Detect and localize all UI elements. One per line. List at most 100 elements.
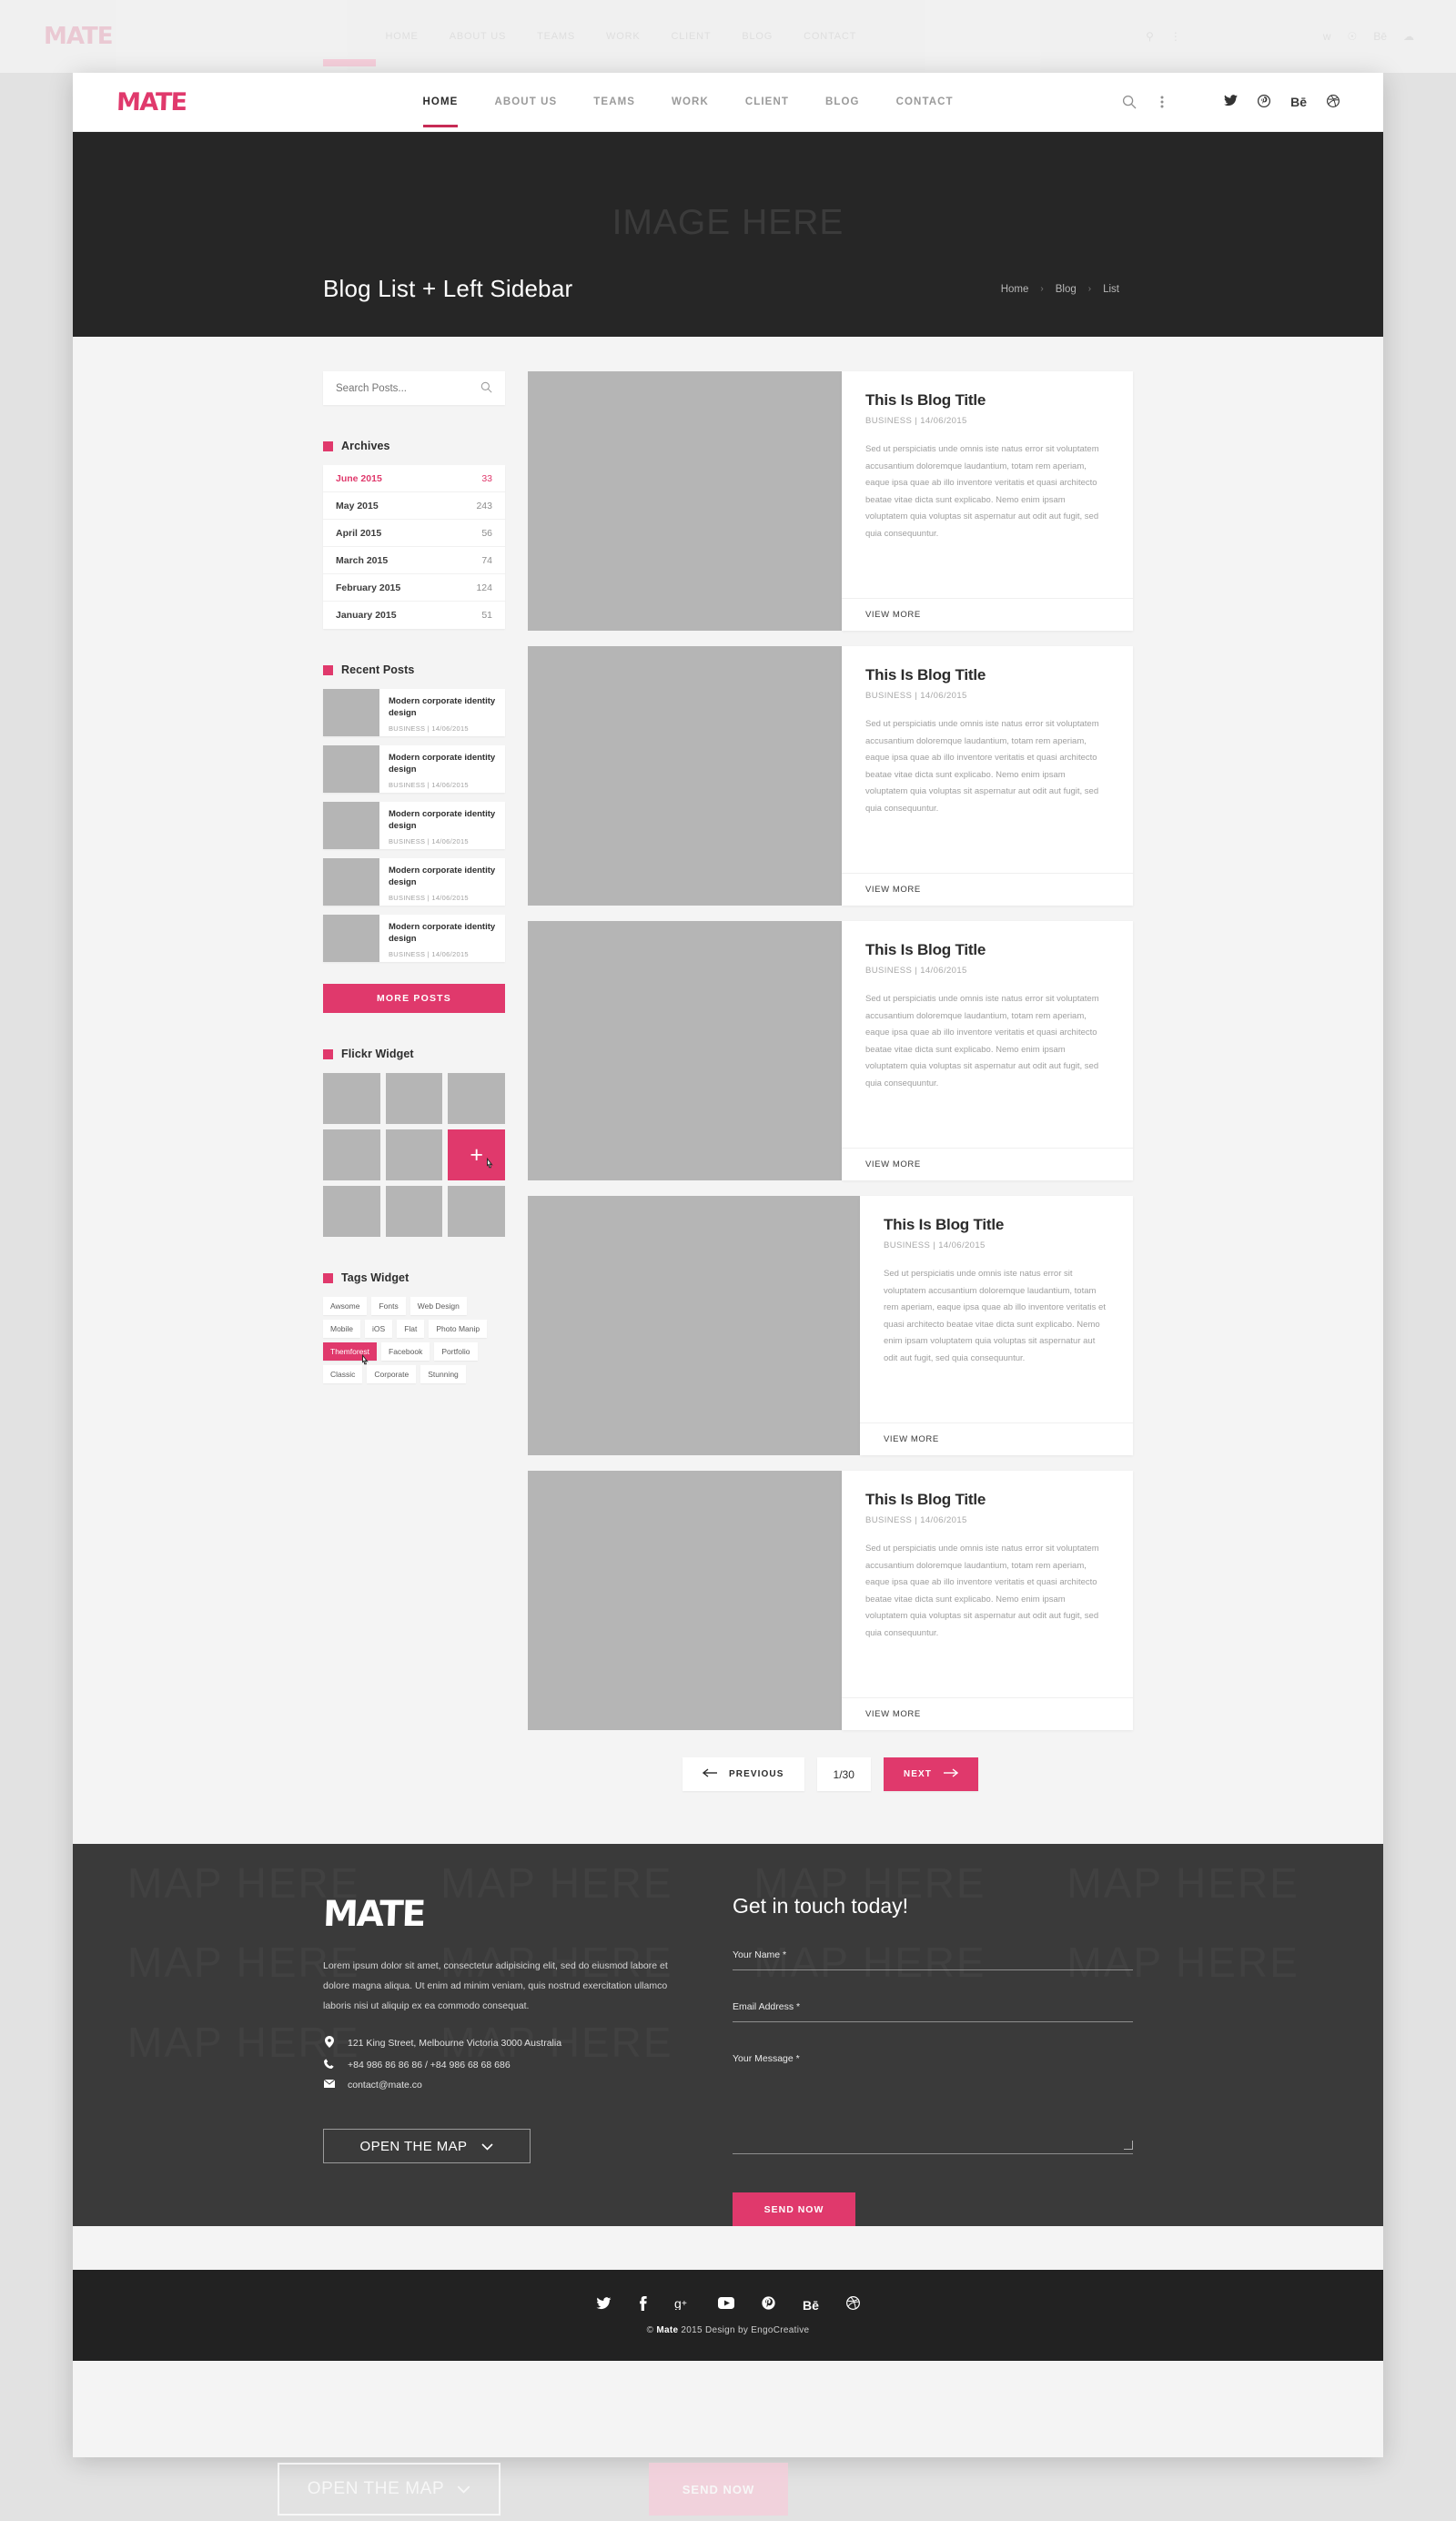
next-page-button[interactable]: NEXT xyxy=(883,1757,978,1791)
twitter-icon[interactable] xyxy=(1224,95,1239,109)
behance-icon: Bē xyxy=(1373,30,1387,43)
flickr-thumb[interactable] xyxy=(323,1186,380,1237)
field-your-message[interactable]: Your Message * xyxy=(733,2053,1133,2154)
site-header: MATE HOME ABOUT US TEAMS WORK CLIENT BLO… xyxy=(73,73,1383,132)
archive-row[interactable]: January 2015 51 xyxy=(323,602,505,629)
content-area: Archives June 2015 33 May 2015 243 April… xyxy=(73,337,1383,1844)
send-now-button[interactable]: SEND NOW xyxy=(733,2192,855,2226)
nav-item-blog[interactable]: BLOG xyxy=(807,96,878,107)
blog-card-meta: BUSINESS | 14/06/2015 xyxy=(865,416,967,426)
tag-item[interactable]: Facebook xyxy=(381,1342,430,1361)
tag-item[interactable]: Photo Manip xyxy=(429,1320,488,1338)
pinterest-icon[interactable] xyxy=(762,2296,775,2313)
view-more-link[interactable]: VIEW MORE xyxy=(842,1697,1133,1730)
nav-item-teams[interactable]: TEAMS xyxy=(575,96,653,107)
more-vertical-icon[interactable] xyxy=(1146,86,1178,118)
facebook-icon[interactable] xyxy=(639,2295,647,2314)
tag-item[interactable]: Mobile xyxy=(323,1320,361,1338)
flickr-thumb[interactable] xyxy=(448,1186,505,1237)
archive-row[interactable]: February 2015 124 xyxy=(323,574,505,602)
view-more-link[interactable]: VIEW MORE xyxy=(860,1422,1133,1455)
post-title: Modern corporate identity design xyxy=(389,753,496,775)
background-header-icons: ⚲ ⋮ w ☉ Bē ☁ xyxy=(1146,30,1414,43)
tag-item[interactable]: Awsome xyxy=(323,1297,368,1315)
blog-card[interactable]: This Is Blog Title BUSINESS | 14/06/2015… xyxy=(528,371,1133,631)
site-logo[interactable]: MATE xyxy=(116,88,187,116)
flickr-thumb[interactable] xyxy=(385,1073,443,1124)
tag-item[interactable]: Fonts xyxy=(371,1297,406,1315)
your-name-input[interactable] xyxy=(733,1969,1133,1970)
flickr-grid: + xyxy=(323,1073,505,1237)
behance-icon[interactable]: Bē xyxy=(803,2298,819,2313)
more-posts-button[interactable]: MORE POSTS xyxy=(323,984,505,1013)
search-icon[interactable] xyxy=(1113,86,1146,118)
nav-item-work[interactable]: WORK xyxy=(653,96,727,107)
blog-card[interactable]: This Is Blog Title BUSINESS | 14/06/2015… xyxy=(528,1471,1133,1730)
nav-item-contact[interactable]: CONTACT xyxy=(878,96,972,107)
nav-item-about-us[interactable]: ABOUT US xyxy=(476,96,575,107)
nav-item-client[interactable]: CLIENT xyxy=(727,96,807,107)
view-more-link[interactable]: VIEW MORE xyxy=(842,598,1133,631)
tag-item[interactable]: Portfolio xyxy=(434,1342,478,1361)
dribbble-icon[interactable] xyxy=(1327,94,1340,110)
list-item[interactable]: Modern corporate identity design BUSINES… xyxy=(323,802,505,849)
view-more-link[interactable]: VIEW MORE xyxy=(842,1148,1133,1180)
youtube-icon[interactable] xyxy=(718,2297,735,2313)
breadcrumb-blog[interactable]: Blog xyxy=(1056,284,1077,295)
archive-row[interactable]: May 2015 243 xyxy=(323,492,505,520)
flickr-thumb[interactable] xyxy=(385,1186,443,1237)
tag-item[interactable]: Web Design xyxy=(410,1297,467,1315)
list-item[interactable]: Modern corporate identity design BUSINES… xyxy=(323,745,505,793)
dribbble-icon[interactable] xyxy=(845,2296,860,2313)
field-your-name[interactable]: Your Name * xyxy=(733,1949,1133,1970)
tag-item[interactable]: Flat xyxy=(397,1320,425,1338)
blog-card[interactable]: This Is Blog Title BUSINESS | 14/06/2015… xyxy=(528,1196,1133,1455)
flickr-thumb[interactable] xyxy=(323,1073,380,1124)
archive-row[interactable]: June 2015 33 xyxy=(323,465,505,492)
google-plus-icon[interactable]: g + xyxy=(674,2296,691,2313)
chevron-down-icon xyxy=(457,2479,470,2499)
archive-row[interactable]: March 2015 74 xyxy=(323,547,505,574)
list-item[interactable]: Modern corporate identity design BUSINES… xyxy=(323,858,505,906)
search-input[interactable] xyxy=(336,382,480,394)
list-item[interactable]: Modern corporate identity design BUSINES… xyxy=(323,689,505,736)
archive-row[interactable]: April 2015 56 xyxy=(323,520,505,547)
open-the-map-button[interactable]: OPEN THE MAP xyxy=(323,2129,531,2164)
behance-icon[interactable]: Bē xyxy=(1290,95,1307,109)
blog-card[interactable]: This Is Blog Title BUSINESS | 14/06/2015… xyxy=(528,921,1133,1180)
archive-count: 33 xyxy=(481,472,492,484)
archive-label: January 2015 xyxy=(336,610,397,621)
your-message-textarea[interactable] xyxy=(733,2153,1133,2154)
arrow-left-icon xyxy=(702,1768,718,1780)
post-meta: BUSINESS | 14/06/2015 xyxy=(389,836,469,845)
list-item[interactable]: Modern corporate identity design BUSINES… xyxy=(323,915,505,962)
flickr-thumb-plus[interactable]: + xyxy=(448,1129,505,1180)
view-more-link[interactable]: VIEW MORE xyxy=(842,873,1133,906)
next-label: NEXT xyxy=(903,1769,932,1779)
footer-social-links: g + Bē xyxy=(596,2295,860,2314)
post-meta: BUSINESS | 14/06/2015 xyxy=(389,949,469,958)
flickr-thumb[interactable] xyxy=(323,1129,380,1180)
search-icon[interactable] xyxy=(480,381,492,396)
twitter-icon[interactable] xyxy=(596,2296,612,2313)
flickr-thumb[interactable] xyxy=(448,1073,505,1124)
field-email-address[interactable]: Email Address * xyxy=(733,2001,1133,2022)
previous-page-button[interactable]: PREVIOUS xyxy=(682,1757,804,1791)
tag-item[interactable]: iOS xyxy=(365,1320,393,1338)
nav-item-home[interactable]: HOME xyxy=(405,96,477,127)
post-thumbnail xyxy=(323,745,379,793)
tag-item[interactable]: Classic xyxy=(323,1365,363,1383)
blog-card[interactable]: This Is Blog Title BUSINESS | 14/06/2015… xyxy=(528,646,1133,906)
pinterest-icon[interactable] xyxy=(1258,94,1271,110)
flickr-thumb[interactable] xyxy=(385,1129,443,1180)
email-address-input[interactable] xyxy=(733,2021,1133,2022)
blog-post-list: This Is Blog Title BUSINESS | 14/06/2015… xyxy=(528,371,1133,1844)
open-map-label: OPEN THE MAP xyxy=(359,2138,468,2154)
pinterest-icon: ☉ xyxy=(1347,30,1358,43)
search-posts-box[interactable] xyxy=(323,371,505,405)
tag-item[interactable]: Corporate xyxy=(367,1365,417,1383)
pink-square-icon xyxy=(323,1048,333,1059)
tag-item[interactable]: Stunning xyxy=(420,1365,466,1383)
tag-item-selected[interactable]: Themforest xyxy=(323,1342,377,1361)
breadcrumb-home[interactable]: Home xyxy=(1001,284,1029,295)
